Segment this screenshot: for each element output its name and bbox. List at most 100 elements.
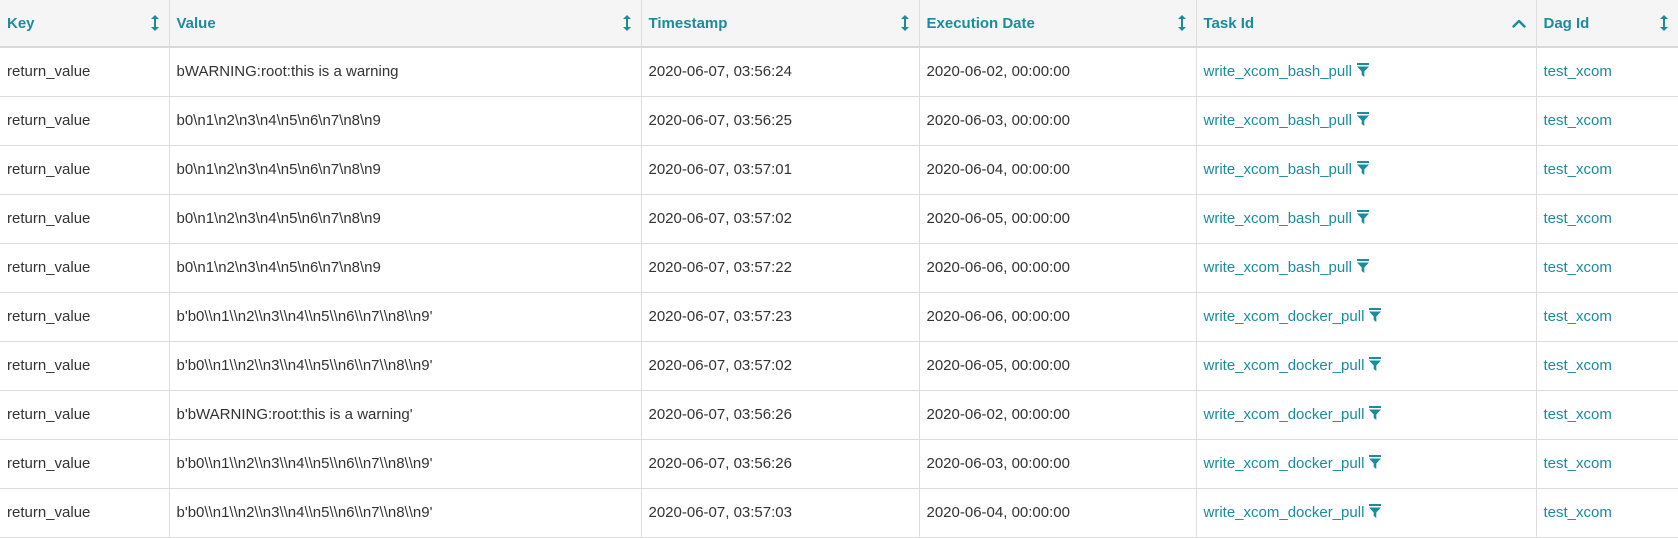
sort-both-icon[interactable] [150, 15, 159, 31]
cell-task-id: write_xcom_docker_pull [1195, 292, 1536, 341]
cell-value: b0\n1\n2\n3\n4\n5\n6\n7\n8\n9 [168, 243, 641, 292]
filter-icon[interactable] [1369, 504, 1382, 518]
table-row: return_value b'b0\\n1\\n2\\n3\\n4\\n5\\n… [0, 341, 1678, 390]
cell-execution-date: 2020-06-03, 00:00:00 [918, 96, 1196, 145]
filter-icon[interactable] [1369, 406, 1382, 420]
task-id-link[interactable]: write_xcom_bash_pull [1204, 63, 1352, 80]
filter-icon[interactable] [1369, 357, 1382, 371]
cell-dag-id: test_xcom [1535, 292, 1678, 341]
cell-timestamp: 2020-06-07, 03:57:03 [640, 488, 919, 537]
filter-icon[interactable] [1356, 112, 1369, 126]
cell-key: return_value [7, 210, 91, 227]
cell-timestamp: 2020-06-07, 03:56:26 [640, 390, 919, 439]
cell-execution-date: 2020-06-03, 00:00:00 [918, 439, 1196, 488]
table-row: return_value b0\n1\n2\n3\n4\n5\n6\n7\n8\… [0, 243, 1678, 292]
cell-timestamp: 2020-06-07, 03:56:26 [640, 439, 919, 488]
task-id-link[interactable]: write_xcom_bash_pull [1204, 161, 1352, 178]
column-header-label: Execution Date [926, 14, 1035, 32]
task-id-link[interactable]: write_xcom_docker_pull [1204, 455, 1365, 472]
cell-dag-id: test_xcom [1535, 488, 1678, 537]
cell-dag-id: test_xcom [1535, 439, 1678, 488]
dag-id-link[interactable]: test_xcom [1544, 406, 1612, 423]
column-header-label: Dag Id [1543, 14, 1590, 32]
dag-id-link[interactable]: test_xcom [1544, 455, 1612, 472]
dag-id-link[interactable]: test_xcom [1544, 259, 1612, 276]
sort-both-icon[interactable] [622, 15, 631, 31]
cell-execution-date: 2020-06-02, 00:00:00 [918, 47, 1196, 96]
dag-id-link[interactable]: test_xcom [1544, 308, 1612, 325]
cell-timestamp: 2020-06-07, 03:57:02 [640, 194, 919, 243]
cell-dag-id: test_xcom [1535, 243, 1678, 292]
dag-id-link[interactable]: test_xcom [1544, 161, 1612, 178]
cell-task-id: write_xcom_docker_pull [1195, 488, 1536, 537]
table-row: return_value b'b0\\n1\\n2\\n3\\n4\\n5\\n… [0, 488, 1678, 537]
cell-execution-date: 2020-06-05, 00:00:00 [918, 341, 1196, 390]
cell-key: return_value [7, 259, 91, 276]
table-body: return_value bWARNING:root:this is a war… [0, 47, 1678, 537]
filter-icon[interactable] [1356, 210, 1369, 224]
column-header-value[interactable]: Value [168, 0, 641, 47]
filter-icon[interactable] [1369, 308, 1382, 322]
column-header-label: Value [176, 14, 216, 32]
cell-execution-date: 2020-06-06, 00:00:00 [918, 292, 1196, 341]
cell-dag-id: test_xcom [1535, 47, 1678, 96]
cell-key: return_value [7, 504, 91, 521]
filter-icon[interactable] [1356, 63, 1369, 78]
cell-key: return_value [7, 161, 91, 178]
cell-execution-date: 2020-06-04, 00:00:00 [918, 145, 1196, 194]
cell-dag-id: test_xcom [1535, 390, 1678, 439]
cell-timestamp: 2020-06-07, 03:57:22 [640, 243, 919, 292]
cell-dag-id: test_xcom [1535, 341, 1678, 390]
column-header-label: Task Id [1203, 14, 1255, 32]
cell-task-id: write_xcom_bash_pull [1195, 145, 1536, 194]
table-row: return_value b0\n1\n2\n3\n4\n5\n6\n7\n8\… [0, 194, 1678, 243]
task-id-link[interactable]: write_xcom_bash_pull [1204, 112, 1352, 129]
xcom-table: Key Value Timestamp Execution Date Task … [0, 0, 1678, 538]
cell-execution-date: 2020-06-04, 00:00:00 [918, 488, 1196, 537]
task-id-link[interactable]: write_xcom_docker_pull [1204, 406, 1365, 423]
cell-timestamp: 2020-06-07, 03:57:01 [640, 145, 919, 194]
column-header-task-id[interactable]: Task Id [1195, 0, 1536, 47]
cell-execution-date: 2020-06-06, 00:00:00 [918, 243, 1196, 292]
sort-both-icon[interactable] [900, 15, 909, 31]
dag-id-link[interactable]: test_xcom [1544, 63, 1612, 80]
dag-id-link[interactable]: test_xcom [1544, 210, 1612, 227]
filter-icon[interactable] [1356, 161, 1369, 175]
dag-id-link[interactable]: test_xcom [1544, 357, 1612, 374]
cell-task-id: write_xcom_bash_pull [1195, 47, 1536, 96]
cell-dag-id: test_xcom [1535, 145, 1678, 194]
dag-id-link[interactable]: test_xcom [1544, 112, 1612, 129]
cell-task-id: write_xcom_bash_pull [1195, 96, 1536, 145]
table-row: return_value b'b0\\n1\\n2\\n3\\n4\\n5\\n… [0, 292, 1678, 341]
cell-value: b0\n1\n2\n3\n4\n5\n6\n7\n8\n9 [168, 194, 641, 243]
filter-icon[interactable] [1356, 259, 1369, 273]
column-header-key[interactable]: Key [0, 0, 169, 47]
cell-task-id: write_xcom_docker_pull [1195, 341, 1536, 390]
cell-value: b'b0\\n1\\n2\\n3\\n4\\n5\\n6\\n7\\n8\\n9… [168, 488, 641, 537]
cell-execution-date: 2020-06-02, 00:00:00 [918, 390, 1196, 439]
filter-icon[interactable] [1369, 455, 1382, 469]
cell-timestamp: 2020-06-07, 03:57:02 [640, 341, 919, 390]
sort-asc-icon[interactable] [1511, 18, 1526, 28]
cell-value: b0\n1\n2\n3\n4\n5\n6\n7\n8\n9 [168, 96, 641, 145]
table-row: return_value bWARNING:root:this is a war… [0, 47, 1678, 96]
column-header-dag-id[interactable]: Dag Id [1535, 0, 1678, 47]
dag-id-link[interactable]: test_xcom [1544, 504, 1612, 521]
cell-task-id: write_xcom_docker_pull [1195, 439, 1536, 488]
task-id-link[interactable]: write_xcom_bash_pull [1204, 210, 1352, 227]
task-id-link[interactable]: write_xcom_docker_pull [1204, 308, 1365, 325]
task-id-link[interactable]: write_xcom_bash_pull [1204, 259, 1352, 276]
cell-dag-id: test_xcom [1535, 96, 1678, 145]
column-header-execution-date[interactable]: Execution Date [918, 0, 1196, 47]
column-header-label: Key [7, 14, 35, 32]
cell-value: bWARNING:root:this is a warning [168, 47, 641, 96]
sort-both-icon[interactable] [1177, 15, 1186, 31]
task-id-link[interactable]: write_xcom_docker_pull [1204, 357, 1365, 374]
cell-value: b0\n1\n2\n3\n4\n5\n6\n7\n8\n9 [168, 145, 641, 194]
cell-dag-id: test_xcom [1535, 194, 1678, 243]
task-id-link[interactable]: write_xcom_docker_pull [1204, 504, 1365, 521]
column-header-timestamp[interactable]: Timestamp [640, 0, 919, 47]
sort-both-icon[interactable] [1660, 15, 1668, 31]
cell-key: return_value [7, 357, 91, 374]
cell-value: b'bWARNING:root:this is a warning' [168, 390, 641, 439]
